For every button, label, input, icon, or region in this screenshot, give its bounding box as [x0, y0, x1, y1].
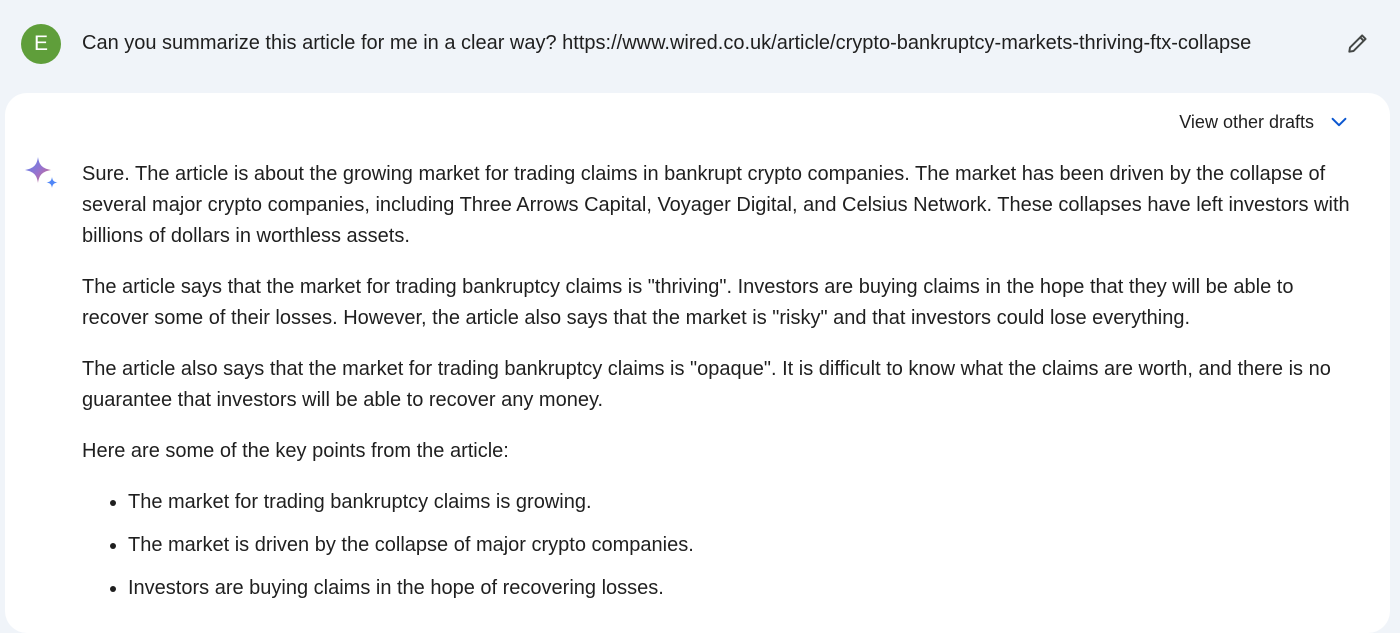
- response-paragraph: The article says that the market for tra…: [82, 276, 1294, 329]
- chevron-down-icon: [1328, 111, 1350, 133]
- key-points-list: The market for trading bankruptcy claims…: [82, 487, 1352, 604]
- pencil-icon: [1348, 34, 1367, 53]
- sparkle-icon: [25, 157, 58, 188]
- user-prompt-row: E Can you summarize this article for me …: [0, 0, 1400, 88]
- user-prompt-text: Can you summarize this article for me in…: [82, 32, 1252, 54]
- response-paragraph: The article also says that the market fo…: [82, 358, 1331, 411]
- edit-prompt-button[interactable]: [1342, 27, 1374, 59]
- list-item: The market is driven by the collapse of …: [128, 530, 1352, 561]
- response-card: View other drafts Sure. The article is a…: [5, 93, 1390, 633]
- key-points-intro: Here are some of the key points from the…: [82, 440, 509, 462]
- view-other-drafts-label: View other drafts: [1179, 111, 1314, 132]
- response-body: Sure. The article is about the growing m…: [82, 159, 1352, 616]
- list-item: Investors are buying claims in the hope …: [128, 573, 1352, 604]
- response-paragraph: Sure. The article is about the growing m…: [82, 163, 1350, 247]
- user-avatar[interactable]: E: [21, 24, 61, 64]
- view-other-drafts-button[interactable]: View other drafts: [1179, 111, 1350, 133]
- list-item: The market for trading bankruptcy claims…: [128, 487, 1352, 518]
